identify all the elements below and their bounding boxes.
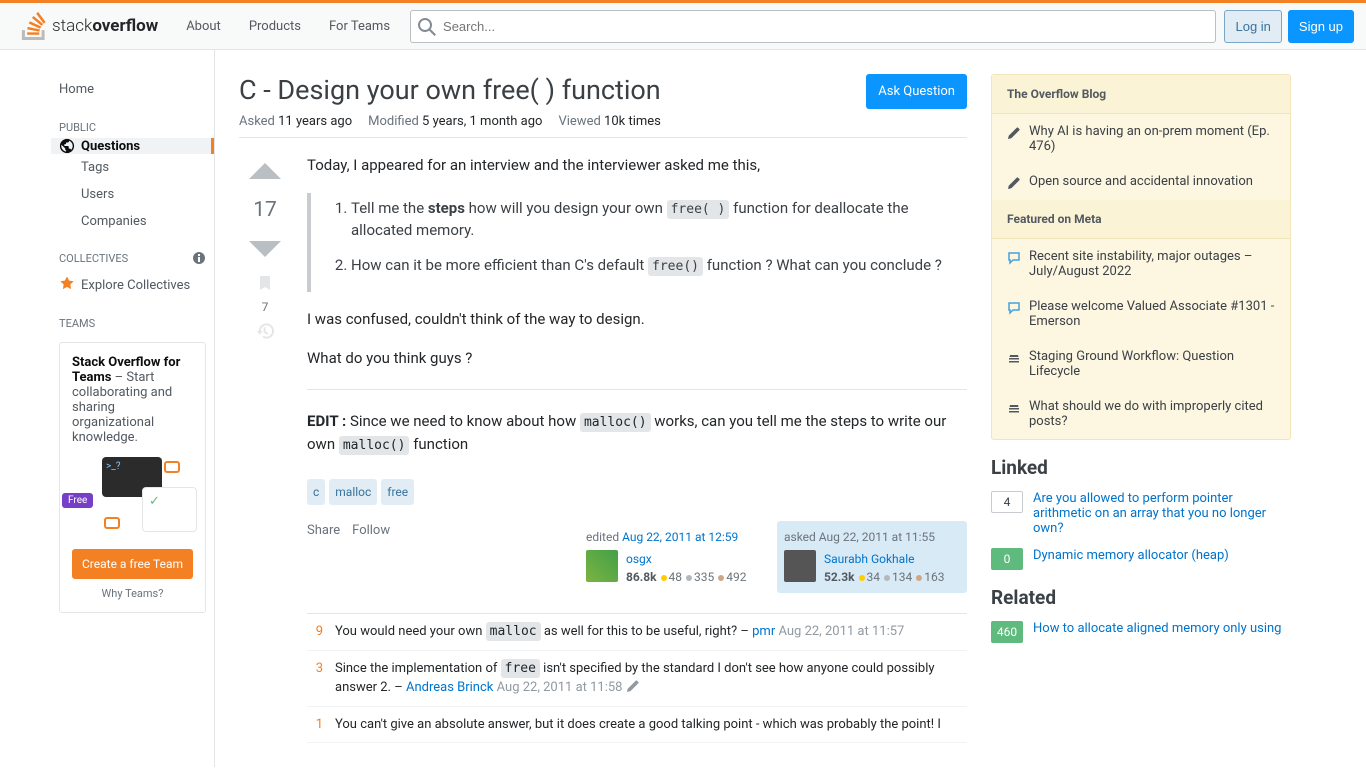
search-icon [418, 18, 436, 36]
pencil-icon [1007, 176, 1021, 190]
teams-promo-image: >_? Free ✓ [72, 457, 193, 537]
comment-score: 9 [307, 622, 323, 642]
blog-link[interactable]: Open source and accidental innovation [1029, 174, 1253, 189]
related-question-link[interactable]: How to allocate aligned memory only usin… [1033, 621, 1281, 636]
right-sidebar: The Overflow Blog Why AI is having an on… [991, 74, 1291, 743]
comments-list: 9 You would need your own malloc as well… [307, 613, 967, 743]
left-sidebar: Home PUBLIC Questions Tags Users Compani… [51, 50, 215, 767]
tag-free[interactable]: free [381, 479, 414, 505]
code-inline: malloc() [580, 413, 651, 432]
linked-question-link[interactable]: Dynamic memory allocator (heap) [1033, 548, 1229, 563]
main-content: C - Design your own free( ) function Ask… [239, 74, 967, 743]
linked-score: 0 [991, 548, 1023, 570]
stack-icon [1007, 351, 1021, 365]
follow-link[interactable]: Follow [352, 521, 390, 541]
sidebar-home[interactable]: Home [51, 74, 214, 105]
comment-row: 1 You can't give an absolute answer, but… [307, 707, 967, 744]
comment-user-link[interactable]: Andreas Brinck [406, 680, 493, 695]
comment-user-link[interactable]: pmr [752, 624, 775, 639]
vote-cell: 17 7 [239, 154, 291, 743]
sidebar-questions[interactable]: Questions [51, 138, 214, 154]
meta-link[interactable]: Please welcome Valued Associate #1301 - … [1029, 299, 1275, 329]
create-team-button[interactable]: Create a free Team [72, 549, 193, 579]
sidebar-collectives-label: COLLECTIVES [59, 252, 128, 265]
comment-row: 9 You would need your own malloc as well… [307, 614, 967, 651]
why-teams-link[interactable]: Why Teams? [72, 587, 193, 600]
sidebar-explore-collectives[interactable]: Explore Collectives [51, 269, 214, 301]
history-button[interactable] [256, 322, 274, 340]
asker-avatar[interactable] [784, 550, 816, 582]
info-icon[interactable] [192, 251, 206, 265]
comment-score: 1 [307, 715, 323, 735]
nav-products[interactable]: Products [237, 13, 313, 40]
sidebar-companies[interactable]: Companies [51, 208, 214, 235]
vote-count: 17 [253, 198, 277, 222]
pencil-icon [1007, 126, 1021, 140]
bookmark-button[interactable] [256, 274, 274, 292]
linked-header: Linked [991, 456, 1291, 479]
question-body: Today, I appeared for an interview and t… [307, 154, 967, 743]
comment-row: 3 Since the implementation of free isn't… [307, 651, 967, 707]
chat-icon [1007, 301, 1021, 315]
chat-icon [1007, 251, 1021, 265]
code-inline: free( ) [667, 200, 730, 219]
code-inline: free() [648, 257, 703, 276]
overflow-blog-box: The Overflow Blog Why AI is having an on… [991, 74, 1291, 440]
login-button[interactable]: Log in [1224, 10, 1281, 43]
teams-promo-box: Stack Overflow for Teams – Start collabo… [59, 342, 206, 613]
star-burst-icon [59, 277, 75, 293]
stackoverflow-icon [20, 12, 48, 40]
comment-score: 3 [307, 659, 323, 698]
sidebar-users[interactable]: Users [51, 181, 214, 208]
ask-question-button[interactable]: Ask Question [866, 74, 967, 109]
edit-time-link[interactable]: Aug 22, 2011 at 12:59 [622, 530, 738, 544]
stack-icon [1007, 401, 1021, 415]
tag-c[interactable]: c [307, 479, 325, 505]
signup-button[interactable]: Sign up [1288, 10, 1354, 43]
related-score: 460 [991, 621, 1023, 643]
asker-name-link[interactable]: Saurabh Gokhale [824, 550, 945, 568]
linked-score: 4 [991, 491, 1023, 513]
asker-signature: asked Aug 22, 2011 at 11:55 Saurabh Gokh… [777, 521, 967, 593]
nav-about[interactable]: About [174, 13, 233, 40]
meta-link[interactable]: Staging Ground Workflow: Question Lifecy… [1029, 349, 1275, 379]
pencil-icon [626, 679, 640, 693]
editor-name-link[interactable]: osgx [626, 550, 747, 568]
related-header: Related [991, 586, 1291, 609]
meta-link[interactable]: What should we do with improperly cited … [1029, 399, 1275, 429]
editor-signature: edited Aug 22, 2011 at 12:59 osgx 86.8k4… [579, 521, 769, 593]
linked-question-link[interactable]: Are you allowed to perform pointer arith… [1033, 491, 1291, 536]
sidebar-tags[interactable]: Tags [51, 154, 214, 181]
upvote-button[interactable] [247, 154, 283, 190]
share-link[interactable]: Share [307, 521, 340, 541]
question-meta: Asked 11 years ago Modified 5 years, 1 m… [239, 114, 967, 138]
header: stackoverflow About Products For Teams L… [0, 3, 1366, 50]
code-inline: malloc() [339, 436, 410, 455]
bookmark-count: 7 [262, 300, 269, 314]
blog-link[interactable]: Why AI is having an on-prem moment (Ep. … [1029, 124, 1275, 154]
sidebar-teams-label: TEAMS [51, 301, 214, 334]
sidebar-public-label: PUBLIC [51, 105, 214, 138]
downvote-button[interactable] [247, 230, 283, 266]
tag-malloc[interactable]: malloc [329, 479, 377, 505]
search-input[interactable] [410, 10, 1216, 43]
editor-avatar[interactable] [586, 550, 618, 582]
logo[interactable]: stackoverflow [12, 12, 166, 40]
meta-link[interactable]: Recent site instability, major outages –… [1029, 249, 1275, 279]
nav-for-teams[interactable]: For Teams [317, 13, 402, 40]
question-title: C - Design your own free( ) function [239, 74, 661, 106]
globe-icon [59, 138, 75, 154]
